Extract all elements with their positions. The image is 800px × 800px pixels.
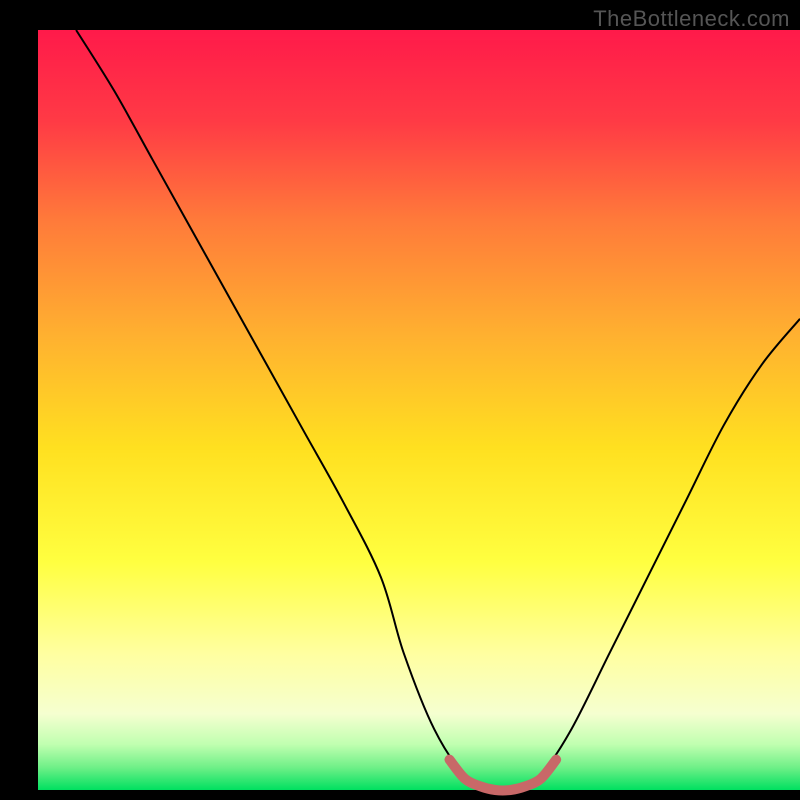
plot-background xyxy=(38,30,800,790)
bottleneck-chart xyxy=(0,0,800,800)
chart-container: TheBottleneck.com xyxy=(0,0,800,800)
watermark-text: TheBottleneck.com xyxy=(593,6,790,32)
